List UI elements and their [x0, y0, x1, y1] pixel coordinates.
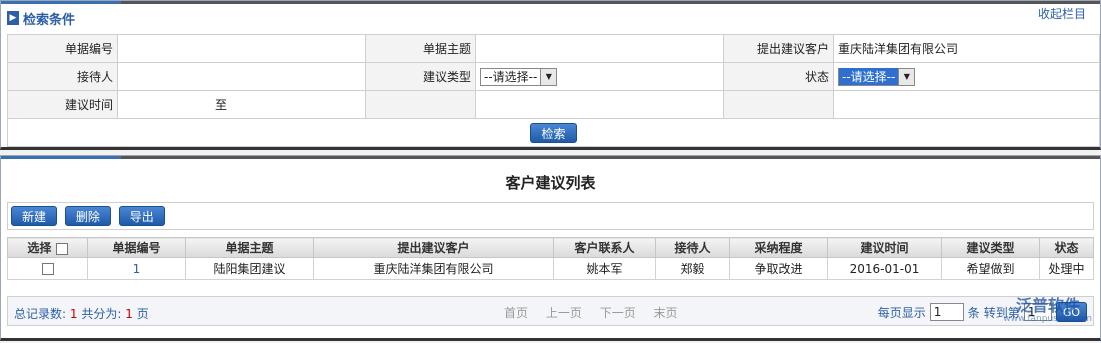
- list-toolbar: 新建 删除 导出: [7, 202, 1094, 230]
- status-value: --请选择--: [839, 68, 899, 85]
- last-page-link[interactable]: 末页: [654, 306, 678, 320]
- status-cell: --请选择-- ▼: [833, 62, 1100, 91]
- search-row: 单据编号 单据主题 提出建议客户 重庆陆洋集团有限公司: [7, 34, 1100, 63]
- new-button[interactable]: 新建: [11, 206, 58, 226]
- column-header-select-label: 选择: [27, 241, 52, 255]
- date-range-separator: 至: [215, 98, 228, 112]
- table-cell: 陆阳集团建议: [185, 257, 314, 280]
- empty-label: [723, 90, 834, 119]
- column-header[interactable]: 提出建议客户: [313, 237, 554, 258]
- dropdown-arrow-icon[interactable]: ▼: [540, 68, 557, 85]
- suggestion-time-label: 建议时间: [7, 90, 118, 119]
- doc-number-label: 单据编号: [7, 34, 118, 63]
- suggestion-time-range[interactable]: 至: [117, 90, 366, 119]
- column-header[interactable]: 建议类型: [941, 237, 1040, 258]
- search-title: 检索条件: [23, 12, 76, 28]
- page-size-controls: 每页显示 1 条 转到第 1 GO: [878, 302, 1087, 322]
- column-header[interactable]: 采纳程度: [729, 237, 828, 258]
- table-cell: 希望做到: [941, 257, 1040, 280]
- column-header[interactable]: 客户联系人: [553, 237, 656, 258]
- table-cell: 2016-01-01: [827, 257, 942, 280]
- search-button-row: 检索: [7, 119, 1100, 147]
- doc-number-link[interactable]: 1: [133, 262, 141, 276]
- column-header[interactable]: 单据主题: [185, 237, 314, 258]
- record-summary: 总记录数: 1 共分为: 1 页: [14, 305, 149, 322]
- status-select[interactable]: --请选择-- ▼: [838, 67, 916, 86]
- collapse-link[interactable]: 收起栏目: [1038, 5, 1086, 22]
- goto-label: 转到第: [983, 305, 1020, 320]
- empty-label: [365, 90, 476, 119]
- page-count: 1: [125, 307, 133, 321]
- delete-button[interactable]: 删除: [64, 206, 111, 226]
- search-row: 建议时间 至: [7, 90, 1100, 119]
- total-label: 总记录数:: [14, 307, 67, 321]
- table-cell: 处理中: [1039, 257, 1094, 280]
- suggestion-type-cell: --请选择-- ▼: [475, 62, 724, 91]
- page-nav: 首页 上一页 下一页 末页: [504, 304, 692, 321]
- first-page-link[interactable]: 首页: [504, 306, 528, 320]
- list-title: 客户建议列表: [505, 174, 596, 192]
- goto-page-input[interactable]: 1: [1023, 303, 1052, 321]
- total-count: 1: [69, 307, 78, 321]
- go-button[interactable]: GO: [1055, 302, 1087, 322]
- column-header[interactable]: 接待人: [655, 237, 730, 258]
- search-row: 接待人 建议类型 --请选择-- ▼ 状态 --请选择-- ▼: [7, 62, 1100, 91]
- per-page-unit: 条: [967, 305, 980, 320]
- suggestion-type-value: --请选择--: [484, 70, 538, 84]
- panel-accent-strip: [1, 156, 121, 159]
- search-form: 单据编号 单据主题 提出建议客户 重庆陆洋集团有限公司 接待人 建议类型 --请…: [7, 34, 1100, 119]
- customer-label: 提出建议客户: [723, 34, 834, 63]
- export-button[interactable]: 导出: [118, 206, 165, 226]
- panel-top-line: [121, 1, 1100, 4]
- per-page-label: 每页显示: [877, 305, 926, 320]
- suggestion-table: 选择 单据编号 单据主题 提出建议客户 客户联系人 接待人 采纳程度 建议时间 …: [7, 237, 1094, 280]
- table-cell: 1: [87, 257, 186, 280]
- table-header-row: 选择 单据编号 单据主题 提出建议客户 客户联系人 接待人 采纳程度 建议时间 …: [7, 237, 1094, 258]
- panel-top-line: [121, 156, 1100, 159]
- status-label: 状态: [723, 62, 834, 91]
- row-checkbox[interactable]: [41, 263, 54, 275]
- list-panel: 客户建议列表 新建 删除 导出 选择 单据编号 单据主题 提出建议客户 客户联系…: [0, 155, 1101, 341]
- suggestion-type-label: 建议类型: [365, 62, 476, 91]
- table-cell: 重庆陆洋集团有限公司: [313, 257, 554, 280]
- doc-number-input[interactable]: [117, 34, 366, 63]
- search-button[interactable]: 检索: [530, 123, 577, 143]
- pagination-bar: 总记录数: 1 共分为: 1 页 首页 上一页 下一页 末页 每页显示 1 条 …: [7, 296, 1094, 326]
- row-select-cell: [7, 257, 88, 280]
- doc-subject-label: 单据主题: [365, 34, 476, 63]
- expand-arrow-icon: ▶: [7, 11, 19, 25]
- table-cell: 郑毅: [655, 257, 730, 280]
- pages-unit: 页: [136, 307, 149, 321]
- table-cell: 争取改进: [729, 257, 828, 280]
- dropdown-arrow-icon[interactable]: ▼: [898, 68, 915, 85]
- column-header[interactable]: 建议时间: [827, 237, 942, 258]
- next-page-link[interactable]: 下一页: [600, 306, 636, 320]
- panel-accent-strip: [1, 1, 121, 4]
- select-all-checkbox[interactable]: [55, 242, 68, 255]
- suggestion-type-select[interactable]: --请选择-- ▼: [480, 67, 558, 86]
- column-header[interactable]: 状态: [1039, 237, 1094, 258]
- search-header: ▶ 检索条件: [7, 7, 75, 29]
- table-cell: 姚本军: [553, 257, 656, 280]
- empty-cell: [833, 90, 1100, 119]
- empty-cell: [475, 90, 724, 119]
- pages-label: 共分为:: [81, 307, 122, 321]
- doc-subject-input[interactable]: [475, 34, 724, 63]
- receptionist-input[interactable]: [117, 62, 366, 91]
- table-row: 1 陆阳集团建议 重庆陆洋集团有限公司 姚本军 郑毅 争取改进 2016-01-…: [7, 257, 1094, 280]
- receptionist-label: 接待人: [7, 62, 118, 91]
- prev-page-link[interactable]: 上一页: [546, 306, 582, 320]
- per-page-input[interactable]: 1: [929, 303, 964, 321]
- column-header-select: 选择: [7, 237, 88, 258]
- column-header[interactable]: 单据编号: [87, 237, 186, 258]
- customer-input[interactable]: 重庆陆洋集团有限公司: [833, 34, 1100, 63]
- search-panel: ▶ 检索条件 收起栏目 单据编号 单据主题 提出建议客户 重庆陆洋集团有限公司 …: [0, 0, 1101, 150]
